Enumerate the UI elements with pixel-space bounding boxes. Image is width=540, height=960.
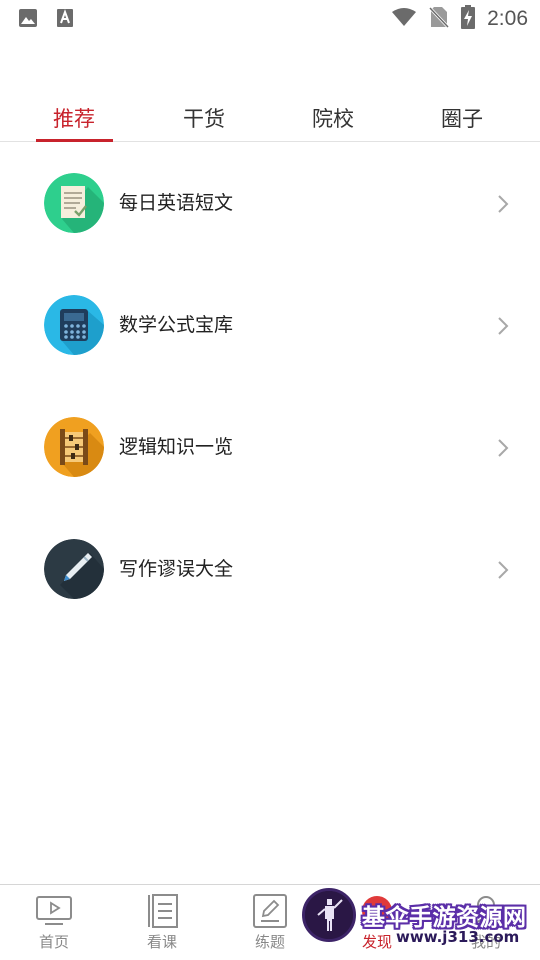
wifi-icon (391, 7, 417, 31)
nav-courses[interactable]: 看课 (127, 893, 197, 953)
tab-colleges[interactable]: 院校 (283, 96, 383, 142)
nav-label: 看课 (146, 933, 177, 951)
list-item-writing-fallacies[interactable]: 写作谬误大全 (0, 519, 540, 619)
text-a-icon (56, 8, 74, 32)
no-sim-icon (429, 6, 450, 32)
nav-home[interactable]: 首页 (19, 893, 89, 953)
list-icon (148, 894, 178, 928)
clock: 2:06 (487, 7, 528, 30)
chevron-right-icon (498, 317, 509, 335)
image-icon (18, 8, 38, 32)
play-icon (36, 896, 72, 925)
chevron-right-icon (498, 561, 509, 579)
nav-label: 练题 (254, 933, 285, 951)
chevron-right-icon (498, 195, 509, 213)
battery-charging-icon (461, 5, 476, 33)
tab-recommend[interactable]: 推荐 (24, 96, 124, 142)
pen-icon (44, 539, 104, 599)
site-watermark: 基伞手游资源网 www.j313.com (300, 886, 540, 956)
list-item-math-formulas[interactable]: 数学公式宝库 (0, 275, 540, 375)
tab-bar: 推荐 干货 院校 圈子 (0, 96, 540, 142)
watermark-title: 基伞手游资源网 (362, 905, 527, 931)
calculator-icon (44, 295, 104, 355)
document-icon (44, 173, 104, 233)
list-item-label: 数学公式宝库 (119, 314, 234, 336)
list-item-label: 每日英语短文 (119, 192, 234, 214)
nav-label: 首页 (38, 933, 69, 951)
abacus-icon (44, 417, 104, 477)
tab-dry-goods[interactable]: 干货 (154, 96, 254, 142)
watermark-logo (302, 888, 356, 942)
edit-icon (253, 894, 287, 928)
chevron-right-icon (498, 439, 509, 457)
status-bar: 2:06 (0, 0, 540, 36)
list-item-label: 写作谬误大全 (119, 558, 234, 580)
active-tab-indicator (36, 139, 113, 142)
tab-circle[interactable]: 圈子 (412, 96, 512, 142)
list-item-english-essays[interactable]: 每日英语短文 (0, 153, 540, 253)
watermark-url: www.j313.com (396, 928, 520, 946)
list-item-logic-knowledge[interactable]: 逻辑知识一览 (0, 397, 540, 497)
nav-practice[interactable]: 练题 (235, 893, 305, 953)
list-item-label: 逻辑知识一览 (119, 436, 234, 458)
